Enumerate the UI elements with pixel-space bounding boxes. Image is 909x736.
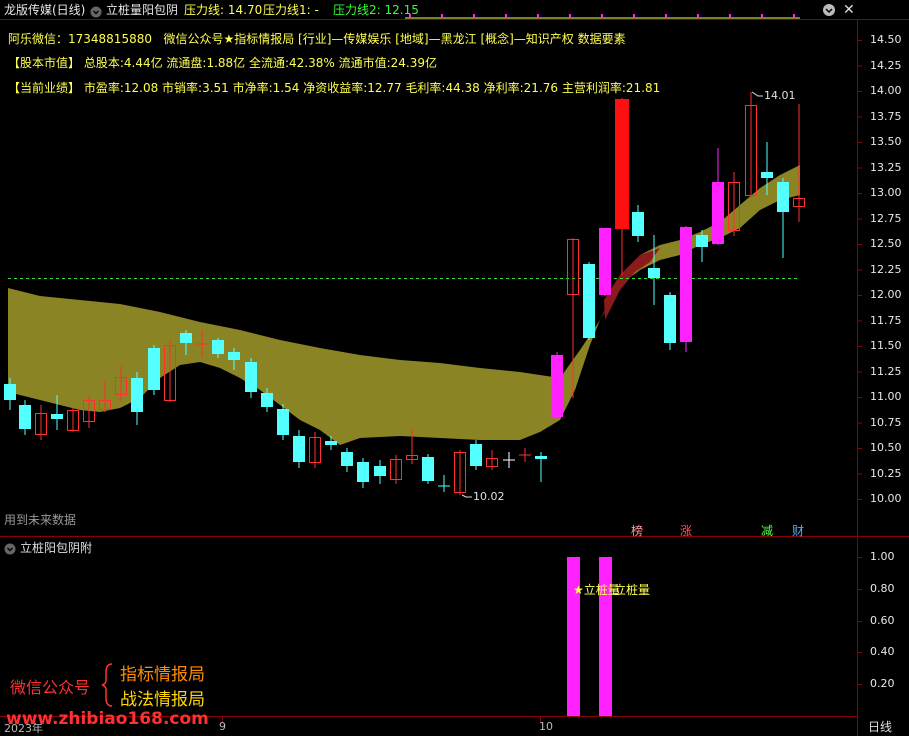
candle [357, 458, 369, 488]
watermark-brace [101, 663, 113, 707]
high-marker [751, 91, 763, 97]
price-label: 11.25 [870, 365, 902, 378]
sub-axis-label: 0.20 [870, 677, 895, 690]
time-year-label: 2023年 [4, 722, 43, 735]
watermark-account: 微信公众号 [10, 678, 91, 697]
price-label: 13.00 [870, 186, 902, 199]
price-label: 14.00 [870, 84, 902, 97]
price-label: 10.25 [870, 467, 902, 480]
candle [793, 104, 805, 222]
candle [422, 454, 434, 484]
candle [277, 404, 289, 440]
candle [583, 262, 595, 340]
tag-zhang[interactable]: 涨 [680, 522, 692, 539]
price-label: 12.25 [870, 263, 902, 276]
candle [648, 235, 660, 305]
pressure-ticks [409, 14, 795, 18]
price-label: 13.25 [870, 161, 902, 174]
price-label: 10.00 [870, 492, 902, 505]
candle [293, 430, 305, 468]
candle [19, 400, 31, 435]
watermark-line2: 战法情报局 [120, 690, 205, 710]
sub-axis-label: 0.60 [870, 614, 895, 627]
candle [35, 405, 47, 440]
future-data-note: 用到未来数据 [4, 513, 77, 527]
candle [148, 345, 160, 395]
tag-jian[interactable]: 减 [761, 522, 773, 539]
sub-panel-settings-icon[interactable] [4, 540, 16, 555]
sub-axis-label: 0.80 [870, 582, 895, 595]
period-button[interactable]: 日线 [868, 718, 892, 735]
price-label: 13.75 [870, 110, 902, 123]
signal-label-2: 立桩量 [614, 583, 651, 597]
price-label: 12.50 [870, 237, 902, 250]
price-label: 14.25 [870, 59, 902, 72]
time-month-9: 9 [219, 720, 226, 733]
low-price-label: 10.02 [473, 490, 505, 503]
sub-axis-label: 0.40 [870, 645, 895, 658]
candle [438, 475, 450, 492]
low-marker [461, 494, 472, 498]
candle [712, 148, 724, 245]
candle [680, 226, 692, 352]
candle [470, 440, 482, 470]
candle [519, 448, 531, 462]
candle [664, 292, 676, 350]
signal-label-1: ★立桩量 [573, 583, 620, 597]
candle [551, 352, 563, 420]
candle [245, 358, 257, 398]
trend-band-dark [604, 248, 660, 320]
price-label: 14.50 [870, 33, 902, 46]
candle [535, 452, 547, 482]
sub-panel-title[interactable]: 立桩阳包阴附 [20, 539, 92, 556]
candle [454, 450, 466, 495]
watermark-line1: 指标情报局 [120, 665, 205, 685]
kline-chart[interactable] [0, 0, 909, 736]
candle [777, 178, 789, 258]
price-label: 10.50 [870, 441, 902, 454]
candle [374, 460, 386, 484]
candle [632, 205, 644, 242]
price-label: 11.00 [870, 390, 902, 403]
candle [390, 455, 402, 484]
sub-axis-label: 1.00 [870, 550, 895, 563]
candle [486, 450, 498, 470]
tag-bang[interactable]: 榜 [631, 522, 643, 539]
candle [67, 408, 79, 432]
candle [599, 228, 611, 296]
price-label: 12.75 [870, 212, 902, 225]
time-month-10: 10 [539, 720, 553, 733]
price-label: 11.50 [870, 339, 902, 352]
price-label: 10.75 [870, 416, 902, 429]
high-price-label: 14.01 [764, 89, 796, 102]
price-label: 12.00 [870, 288, 902, 301]
tag-cai[interactable]: 财 [792, 522, 804, 539]
candle [503, 452, 515, 468]
candle [745, 92, 757, 198]
price-label: 13.50 [870, 135, 902, 148]
candle [309, 432, 321, 468]
candle [341, 448, 353, 472]
candle [615, 98, 629, 275]
price-label: 11.75 [870, 314, 902, 327]
candle [131, 372, 143, 425]
